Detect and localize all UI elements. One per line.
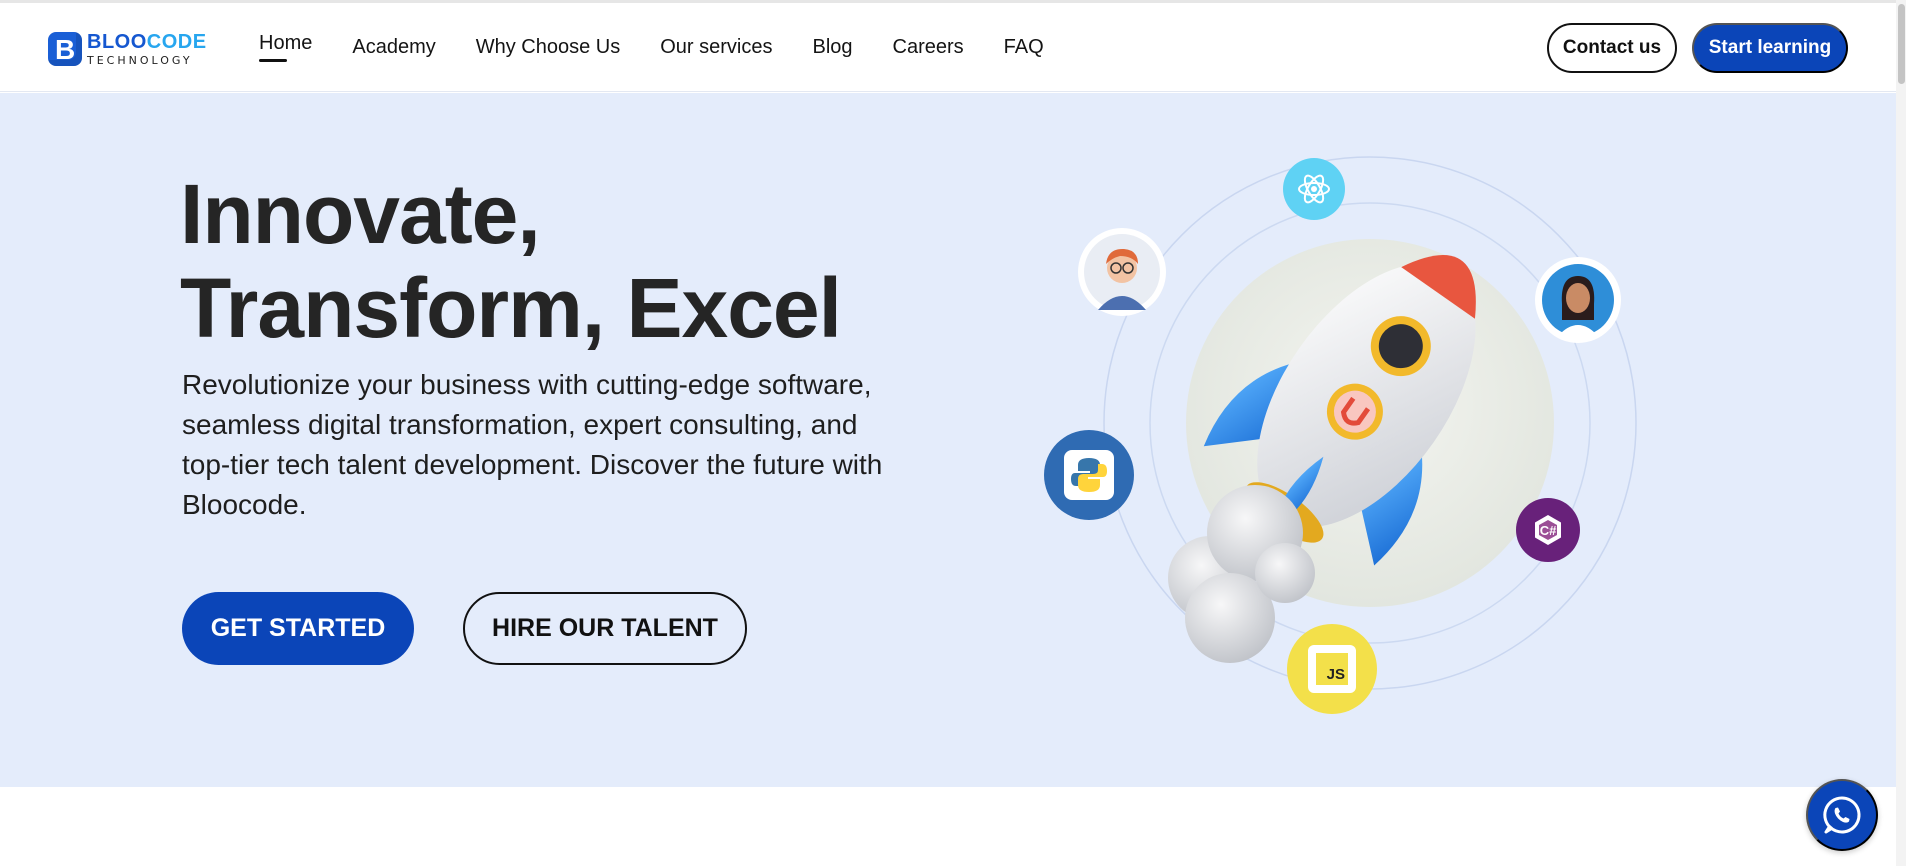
developer-avatar-female: [1535, 257, 1621, 343]
whatsapp-chat-button[interactable]: [1806, 779, 1878, 851]
nav-item-faq[interactable]: FAQ: [1004, 36, 1044, 59]
start-learning-button[interactable]: Start learning: [1692, 23, 1848, 73]
nav-item-why-choose-us[interactable]: Why Choose Us: [476, 36, 621, 59]
hero-description: Revolutionize your business with cutting…: [182, 369, 883, 520]
hire-our-talent-button[interactable]: HIRE OUR TALENT: [463, 592, 747, 665]
csharp-icon: C#: [1516, 498, 1580, 562]
javascript-icon: JS: [1287, 624, 1377, 714]
main-nav: Home Academy Why Choose Us Our services …: [259, 32, 1084, 62]
whatsapp-icon: [1823, 796, 1861, 834]
nav-item-academy[interactable]: Academy: [352, 36, 435, 59]
hero-section: Innovate, Transform, Excel Revolutionize…: [0, 93, 1906, 787]
nav-item-home[interactable]: Home: [259, 32, 312, 62]
contact-us-button[interactable]: Contact us: [1547, 23, 1677, 73]
logo-wordmark: BLOOCODE: [87, 31, 207, 53]
rocket-illustration: C# JS: [1030, 133, 1650, 733]
nav-item-careers[interactable]: Careers: [893, 36, 964, 59]
get-started-button[interactable]: GET STARTED: [182, 592, 414, 665]
brand-logo[interactable]: BLOOCODE TECHNOLOGY: [48, 31, 207, 67]
site-header: BLOOCODE TECHNOLOGY Home Academy Why Cho…: [0, 3, 1906, 92]
avatar-icon: [1542, 264, 1614, 336]
developer-avatar-male: [1078, 228, 1166, 316]
avatar-icon: [1084, 234, 1160, 310]
python-icon: [1044, 430, 1134, 520]
page-scrollbar-thumb[interactable]: [1898, 4, 1905, 84]
logo-mark-icon: [48, 32, 82, 66]
page-scrollbar-track[interactable]: [1896, 0, 1906, 866]
hero-title: Innovate, Transform, Excel: [180, 167, 842, 355]
logo-tagline: TECHNOLOGY: [87, 54, 193, 67]
nav-item-blog[interactable]: Blog: [812, 36, 852, 59]
react-icon: [1283, 158, 1345, 220]
nav-item-our-services[interactable]: Our services: [660, 36, 772, 59]
svg-text:C#: C#: [1540, 523, 1557, 538]
